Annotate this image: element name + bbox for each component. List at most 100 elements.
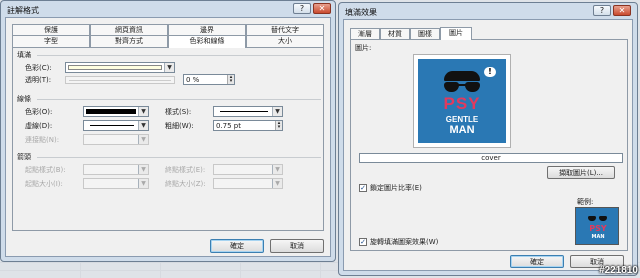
begin-style-dropdown[interactable]: ▼ (83, 164, 149, 175)
help-icon: ? (299, 4, 305, 13)
lens-right (465, 82, 480, 92)
dialog-title: 填滿效果 (345, 8, 377, 17)
arrows-group-line (37, 157, 321, 158)
bubble-text: ! (488, 67, 492, 76)
fill-effects-dialog: 填滿效果 ? ✕ 漸層 材質 圖樣 圖片 圖片: ! PSY GENTLE MA… (338, 2, 638, 276)
line-style-dropdown[interactable]: ▼ (213, 106, 283, 117)
end-style-label: 終點樣式(E): (165, 166, 206, 174)
dialog-body: 保護 網頁資訊 邊界 替代文字 字型 對齊方式 色彩和線條 大小 填滿 色彩(C… (5, 17, 331, 257)
end-size-label: 終點大小(Z): (165, 180, 206, 188)
line-color-dropdown[interactable]: ▼ (83, 106, 149, 117)
sample-label: 範例: (577, 198, 594, 206)
fill-group-label: 填滿 (17, 51, 31, 59)
tab-picture[interactable]: 圖片 (440, 27, 472, 40)
close-button[interactable]: ✕ (613, 5, 631, 16)
picture-preview-frame: ! PSY GENTLE MAN (413, 54, 511, 148)
connector-label: 連接點(N): (25, 136, 60, 144)
sunglasses-icon (442, 71, 482, 93)
arrows-group-label: 箭頭 (17, 153, 31, 161)
end-style-dropdown[interactable]: ▼ (213, 164, 283, 175)
filename-field: cover (359, 153, 623, 163)
chevron-down-icon: ▼ (272, 179, 282, 188)
tab-texture[interactable]: 材質 (380, 28, 410, 39)
tab-gradient[interactable]: 漸層 (350, 28, 380, 39)
dash-preview (90, 125, 134, 126)
lock-ratio-checkbox[interactable]: ✓ (359, 184, 367, 192)
lens-left (444, 82, 459, 92)
spin-icon: ▴ ▾ (275, 121, 282, 130)
chevron-down-icon: ▼ (138, 165, 148, 174)
slider-track (69, 80, 171, 81)
dash-dropdown[interactable]: ▼ (83, 120, 149, 131)
help-button[interactable]: ? (593, 5, 611, 16)
begin-size-label: 起點大小(I): (25, 180, 63, 188)
sample-subline: MAN (591, 234, 605, 240)
fill-color-swatch (68, 65, 162, 70)
chevron-down-icon: ▼ (164, 63, 174, 72)
ok-button[interactable]: 確定 (210, 239, 264, 253)
speech-bubble: ! (484, 67, 496, 77)
tab-web[interactable]: 網頁資訊 (90, 24, 168, 35)
ok-button[interactable]: 確定 (510, 255, 564, 268)
sample-lens-left (588, 216, 596, 221)
line-style-label: 樣式(S): (165, 108, 192, 116)
picture-label: 圖片: (355, 44, 372, 52)
chevron-down-icon: ▼ (272, 107, 282, 116)
sample-preview: PSY MAN (575, 207, 619, 245)
fill-group-line (37, 55, 321, 56)
picture-preview: ! PSY GENTLE MAN (418, 59, 506, 143)
cancel-button[interactable]: 取消 (270, 239, 324, 253)
tab-font[interactable]: 字型 (12, 35, 90, 47)
transparency-input[interactable]: 0 % ▴ ▾ (183, 74, 235, 85)
sample-lens-right (599, 216, 607, 221)
picture-headline: PSY (443, 94, 481, 113)
close-button[interactable]: ✕ (313, 3, 331, 14)
transparency-label: 透明(T): (25, 76, 52, 84)
dialog-body: 漸層 材質 圖樣 圖片 圖片: ! PSY GENTLE MAN cover 擷… (343, 19, 633, 271)
lens-bridge (458, 84, 466, 86)
tab-panel: 填滿 色彩(C): ▼ 透明(T): 0 % ▴ ▾ 線條 色彩(O): ▼ 樣… (12, 47, 324, 231)
fill-color-dropdown[interactable]: ▼ (65, 62, 175, 73)
sample-sunglasses-icon (588, 216, 608, 222)
watermark-text: #221810 (599, 265, 638, 276)
begin-style-label: 起點樣式(B): (25, 166, 66, 174)
chevron-down-icon: ▼ (138, 179, 148, 188)
rotate-fill-label: 旋轉填滿圖案效果(W) (370, 238, 439, 246)
chevron-down-icon: ▼ (138, 121, 148, 130)
fill-color-label: 色彩(C): (25, 64, 52, 72)
begin-size-dropdown[interactable]: ▼ (83, 178, 149, 189)
line-style-preview (220, 111, 268, 112)
picture-subline-2: MAN (449, 124, 475, 136)
weight-label: 粗細(W): (165, 122, 194, 130)
filename-text: cover (481, 154, 501, 162)
help-button[interactable]: ? (293, 3, 311, 14)
dialog-title: 註解格式 (7, 6, 39, 15)
transparency-value: 0 % (186, 76, 200, 84)
tab-protection[interactable]: 保護 (12, 24, 90, 35)
tab-size[interactable]: 大小 (246, 35, 324, 47)
tab-alignment[interactable]: 對齊方式 (90, 35, 168, 47)
tab-pattern[interactable]: 圖樣 (410, 28, 440, 39)
chevron-down-icon: ▼ (138, 135, 148, 144)
transparency-slider[interactable] (65, 76, 175, 84)
tab-alt-text[interactable]: 替代文字 (246, 24, 324, 35)
lock-ratio-label: 鎖定圖片比率(E) (370, 184, 422, 192)
format-comment-dialog: 註解格式 ? ✕ 保護 網頁資訊 邊界 替代文字 字型 對齊方式 色彩和線條 大… (0, 0, 336, 262)
rotate-fill-checkbox[interactable]: ✓ (359, 238, 367, 246)
help-icon: ? (599, 6, 605, 15)
tab-colors-lines[interactable]: 色彩和線條 (168, 35, 246, 48)
picture-subline-1: GENTLE (445, 115, 479, 124)
connector-dropdown[interactable]: ▼ (83, 134, 149, 145)
end-size-dropdown[interactable]: ▼ (213, 178, 283, 189)
close-icon: ✕ (618, 6, 626, 15)
sample-headline: PSY (589, 224, 607, 233)
weight-value: 0.75 pt (216, 122, 241, 130)
spin-icon: ▴ ▾ (227, 75, 234, 84)
select-picture-button[interactable]: 擷取圖片(L)... (547, 166, 615, 179)
close-icon: ✕ (318, 4, 326, 13)
weight-input[interactable]: 0.75 pt ▴ ▾ (213, 120, 283, 131)
tab-margins[interactable]: 邊界 (168, 24, 246, 35)
line-group-label: 線條 (17, 95, 31, 103)
line-color-swatch (86, 109, 136, 114)
line-color-label: 色彩(O): (25, 108, 53, 116)
